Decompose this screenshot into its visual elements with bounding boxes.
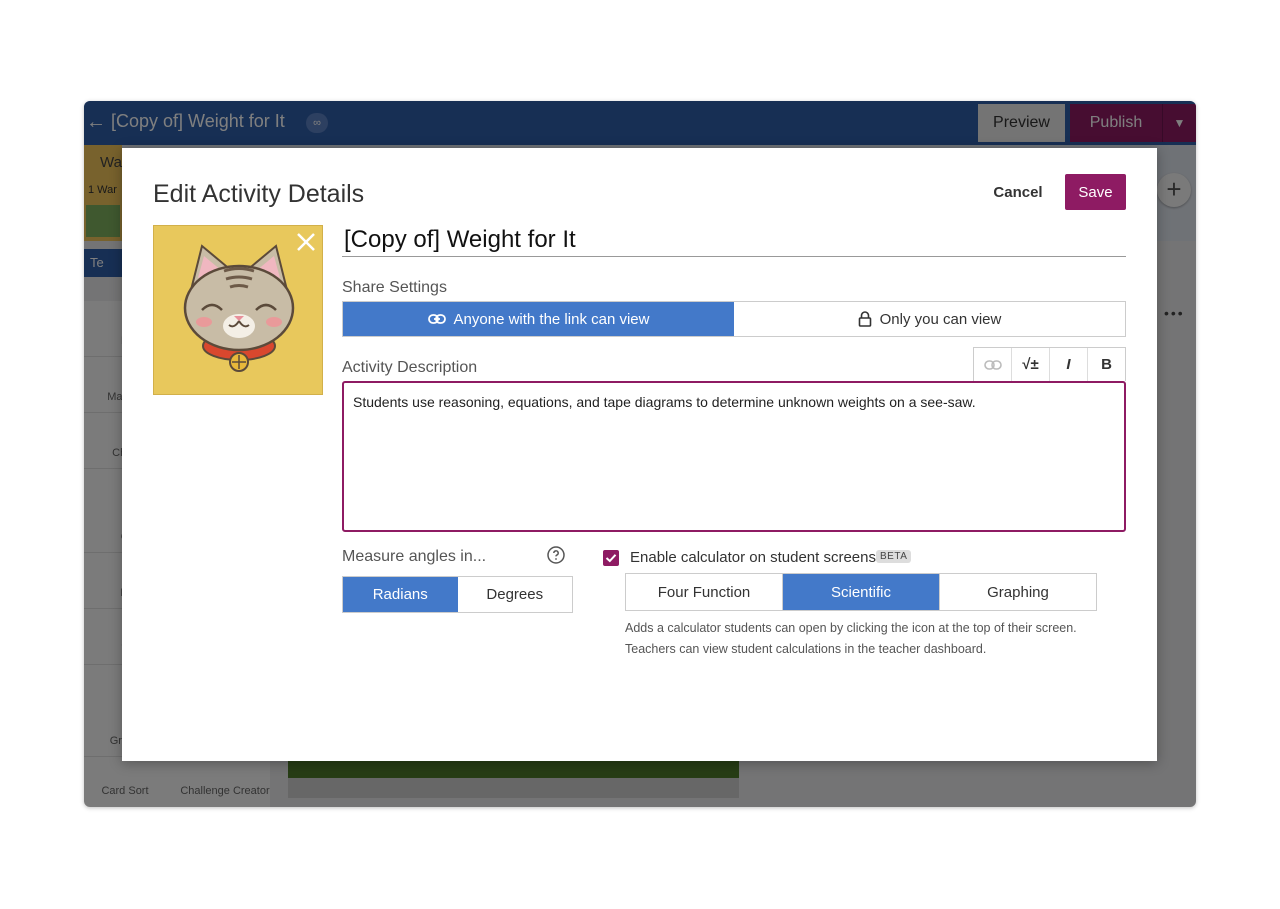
dialog-title: Edit Activity Details	[153, 180, 365, 208]
enable-calculator-checkbox[interactable]	[603, 550, 619, 566]
activity-image[interactable]	[153, 225, 323, 395]
share-settings-toggle: Anyone with the link can view Only you c…	[342, 301, 1126, 337]
remove-image-icon[interactable]	[294, 230, 318, 254]
calculator-type-toggle: Four Function Scientific Graphing	[625, 573, 1097, 611]
calculator-help-line: Teachers can view student calculations i…	[625, 642, 987, 656]
bold-button[interactable]: B	[1088, 348, 1125, 381]
description-toolbar: √± I B	[973, 347, 1126, 381]
share-option-anyone[interactable]: Anyone with the link can view	[343, 302, 734, 336]
calculator-help-line: Adds a calculator students can open by c…	[625, 621, 1077, 635]
angle-unit-toggle: Radians Degrees	[342, 576, 573, 613]
link-icon	[427, 314, 446, 324]
measure-angles-label: Measure angles in...	[342, 548, 487, 565]
share-option-label: Anyone with the link can view	[453, 310, 650, 328]
activity-name-input[interactable]	[342, 224, 1126, 257]
lock-icon	[858, 311, 871, 327]
degrees-option[interactable]: Degrees	[458, 577, 573, 612]
enable-calculator-label[interactable]: Enable calculator on student screens	[630, 549, 876, 566]
activity-description-textarea[interactable]: Students use reasoning, equations, and t…	[342, 381, 1126, 532]
radians-option[interactable]: Radians	[343, 577, 458, 612]
share-option-label: Only you can view	[879, 310, 1002, 328]
activity-description-label: Activity Description	[342, 359, 478, 376]
scientific-option[interactable]: Scientific	[783, 574, 940, 610]
link-icon	[983, 359, 1002, 370]
insert-link-button[interactable]	[974, 348, 1012, 381]
insert-math-button[interactable]: √±	[1012, 348, 1050, 381]
graphing-option[interactable]: Graphing	[940, 574, 1096, 610]
beta-badge: BETA	[876, 550, 912, 563]
cancel-button[interactable]: Cancel	[980, 176, 1056, 208]
share-option-only-you[interactable]: Only you can view	[734, 302, 1125, 336]
share-settings-label: Share Settings	[342, 279, 447, 296]
edit-activity-dialog: Edit Activity Details Cancel Save [Copy …	[122, 148, 1157, 761]
four-function-option[interactable]: Four Function	[626, 574, 783, 610]
help-icon[interactable]	[547, 546, 565, 564]
checkmark-icon	[605, 554, 617, 563]
italic-button[interactable]: I	[1050, 348, 1088, 381]
calculator-help-text: Adds a calculator students can open by c…	[625, 618, 1125, 660]
save-button[interactable]: Save	[1065, 174, 1126, 210]
